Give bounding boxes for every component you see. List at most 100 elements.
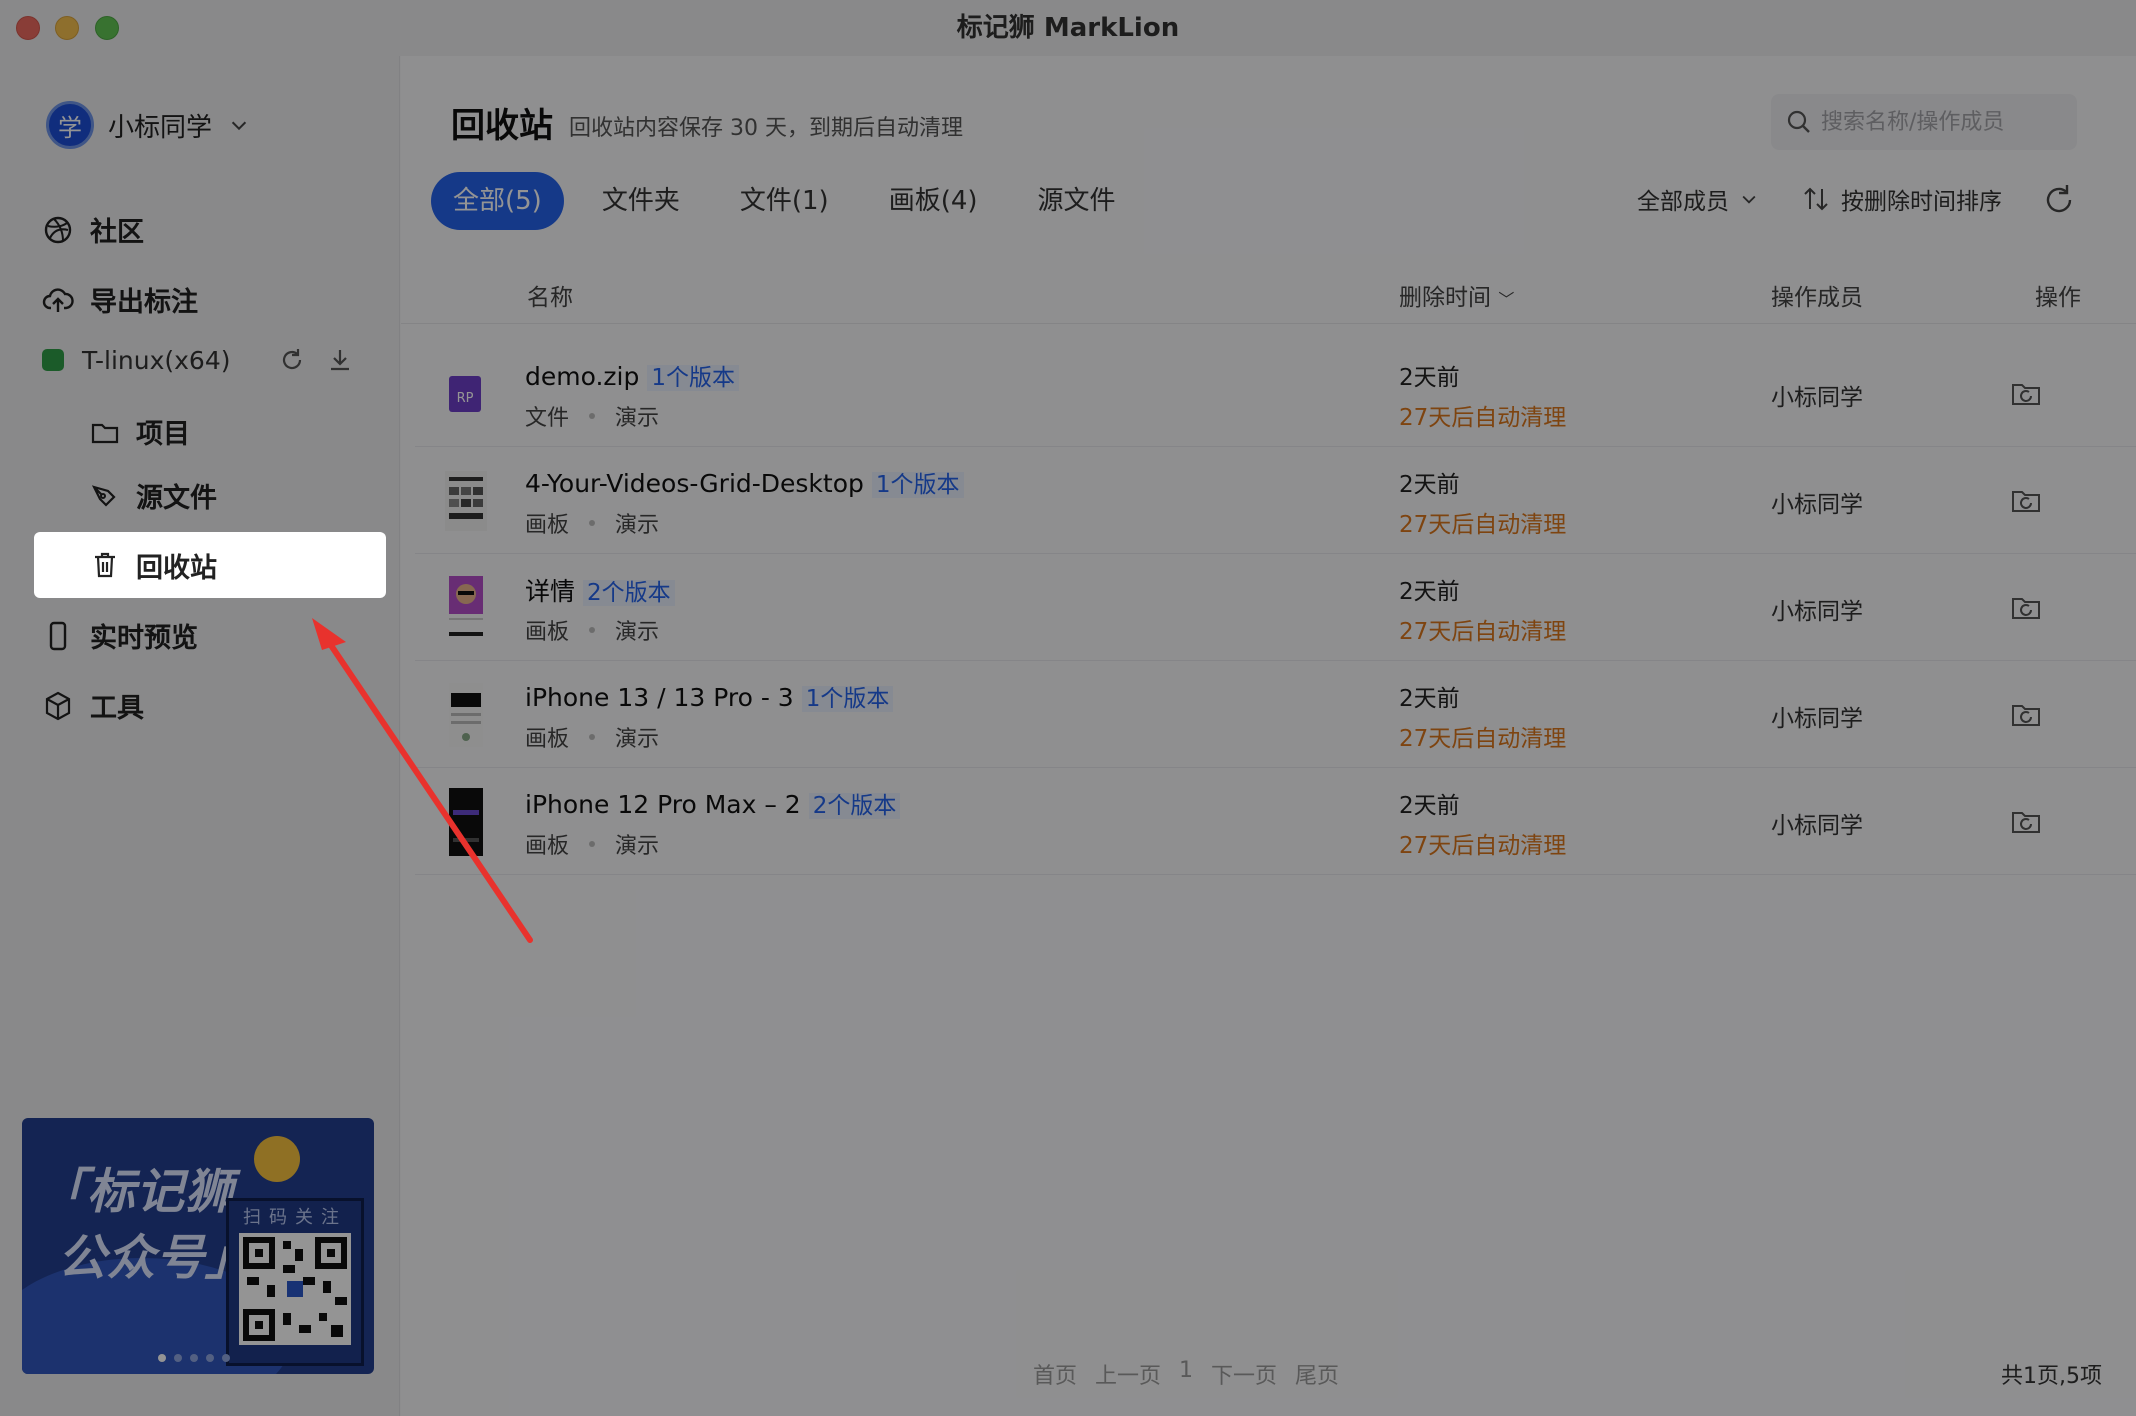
promo-qr-label: 扫码关注 bbox=[243, 1207, 347, 1228]
window-title: 标记狮 MarkLion bbox=[956, 13, 1180, 43]
row-meta: 画板 演示 bbox=[525, 513, 660, 538]
promo-title-line1: 「标记狮 bbox=[38, 1164, 235, 1220]
sort-label: 按删除时间排序 bbox=[1841, 189, 2002, 215]
row-cleanup-notice: 27天后自动清理 bbox=[1399, 833, 1567, 859]
page-first[interactable]: 首页 bbox=[1033, 1358, 1077, 1390]
row-name: 4-Your-Videos-Grid-Desktop 1个版本 bbox=[525, 465, 964, 499]
restore-icon[interactable] bbox=[2009, 697, 2043, 731]
artboard-thumbnail bbox=[449, 788, 483, 856]
refresh-icon[interactable] bbox=[2041, 182, 2077, 218]
row-cleanup-notice: 27天后自动清理 bbox=[1399, 512, 1567, 538]
phone-icon bbox=[49, 621, 67, 650]
member-filter-dropdown[interactable]: 全部成员 bbox=[1637, 182, 1759, 216]
chevron-down-icon bbox=[231, 121, 247, 131]
tab-all[interactable]: 全部(5) bbox=[431, 172, 564, 230]
row-name: 详情 2个版本 bbox=[525, 572, 675, 608]
artboard-thumbnail bbox=[449, 576, 483, 636]
user-menu[interactable]: 学 小标同学 bbox=[46, 100, 250, 150]
sort-icon bbox=[1804, 187, 1828, 211]
page-next[interactable]: 下一页 bbox=[1211, 1358, 1277, 1390]
version-badge[interactable]: 2个版本 bbox=[808, 793, 901, 819]
main-panel: 回收站 回收站内容保存 30 天，到期后自动清理 全部(5) 文件夹 文件(1)… bbox=[401, 56, 2136, 1416]
restore-icon[interactable] bbox=[2009, 483, 2043, 517]
row-name: iPhone 13 / 13 Pro - 3 1个版本 bbox=[525, 679, 894, 713]
tab-folders[interactable]: 文件夹 bbox=[580, 172, 702, 230]
team-color-dot bbox=[42, 349, 64, 371]
version-badge[interactable]: 1个版本 bbox=[801, 686, 894, 712]
promo-banner[interactable]: 「标记狮 公众号」 扫码关注 bbox=[22, 1118, 374, 1374]
team-selector[interactable]: T-linux(x64) bbox=[42, 340, 362, 380]
rp-file-icon: RP bbox=[449, 376, 481, 412]
sidebar-item-projects[interactable]: 项目 bbox=[90, 412, 190, 451]
restore-icon[interactable] bbox=[2009, 376, 2043, 410]
restore-icon[interactable] bbox=[2009, 804, 2043, 838]
version-badge[interactable]: 1个版本 bbox=[647, 365, 739, 391]
row-cleanup-notice: 27天后自动清理 bbox=[1399, 619, 1567, 645]
row-deleted-time: 2天前 bbox=[1399, 365, 1460, 391]
filter-tabs: 全部(5) 文件夹 文件(1) 画板(4) 源文件 bbox=[431, 172, 1154, 230]
sidebar-item-tools[interactable]: 工具 bbox=[42, 686, 144, 725]
search-icon bbox=[1787, 110, 1810, 133]
table-row[interactable]: 详情 2个版本 画板 演示 2天前 27天后自动清理 小标同学 bbox=[415, 554, 2136, 661]
sidebar-item-recycle-bin[interactable]: 回收站 bbox=[34, 532, 386, 598]
table-row[interactable]: RP demo.zip 1个版本 文件 演示 2天前 27天后自动清理 小标同学 bbox=[415, 340, 2136, 447]
table-header: 名称 删除时间 ﹀ 操作成员 操作 bbox=[401, 256, 2136, 324]
page-current[interactable]: 1 bbox=[1179, 1358, 1193, 1390]
restore-icon[interactable] bbox=[2009, 590, 2043, 624]
column-deleted-time[interactable]: 删除时间 ﹀ bbox=[1399, 278, 1514, 312]
sidebar-item-export[interactable]: 导出标注 bbox=[42, 280, 198, 319]
download-icon[interactable] bbox=[326, 346, 354, 374]
sidebar-item-live-preview[interactable]: 实时预览 bbox=[42, 616, 198, 655]
row-deleted-time: 2天前 bbox=[1399, 686, 1460, 712]
carousel-dots[interactable] bbox=[158, 1354, 230, 1362]
row-meta: 画板 演示 bbox=[525, 834, 660, 859]
version-badge[interactable]: 1个版本 bbox=[871, 472, 964, 498]
member-filter-label: 全部成员 bbox=[1637, 189, 1729, 215]
app-window: 标记狮 MarkLion 学 小标同学 社区 导出标注 T-linux(x64)… bbox=[0, 0, 2136, 1416]
title-bar: 标记狮 MarkLion bbox=[0, 0, 2136, 56]
row-operator: 小标同学 bbox=[1771, 813, 1863, 839]
row-name: demo.zip 1个版本 bbox=[525, 358, 739, 392]
search-box[interactable] bbox=[1771, 94, 2077, 150]
row-deleted-time: 2天前 bbox=[1399, 793, 1460, 819]
version-badge[interactable]: 2个版本 bbox=[583, 580, 675, 606]
row-cleanup-notice: 27天后自动清理 bbox=[1399, 726, 1567, 752]
search-input[interactable] bbox=[1821, 109, 2061, 135]
sidebar-item-label: 回收站 bbox=[136, 552, 217, 584]
sidebar: 学 小标同学 社区 导出标注 T-linux(x64) 项目 源文件 实时预览 … bbox=[0, 56, 400, 1416]
sidebar-item-label: 导出标注 bbox=[90, 287, 198, 318]
page-last[interactable]: 尾页 bbox=[1295, 1358, 1339, 1390]
row-deleted-time: 2天前 bbox=[1399, 472, 1460, 498]
sidebar-item-label: 工具 bbox=[90, 693, 144, 724]
qr-code-icon bbox=[239, 1233, 351, 1345]
sort-button[interactable]: 按删除时间排序 bbox=[1801, 182, 2002, 216]
row-deleted-time: 2天前 bbox=[1399, 579, 1460, 605]
sidebar-item-label: 项目 bbox=[136, 419, 190, 450]
sidebar-item-source-files[interactable]: 源文件 bbox=[90, 476, 217, 515]
sidebar-item-label: 社区 bbox=[90, 217, 144, 248]
refresh-icon[interactable] bbox=[278, 346, 306, 374]
tab-source-files[interactable]: 源文件 bbox=[1016, 172, 1138, 230]
dribbble-icon bbox=[44, 216, 72, 243]
table-row[interactable]: iPhone 13 / 13 Pro - 3 1个版本 画板 演示 2天前 27天后… bbox=[415, 661, 2136, 768]
column-operator: 操作成员 bbox=[1771, 285, 1863, 311]
artboard-thumbnail bbox=[445, 471, 487, 531]
lightbulb-icon bbox=[254, 1136, 300, 1182]
row-meta: 画板 演示 bbox=[525, 727, 660, 752]
folder-icon bbox=[91, 423, 119, 443]
row-operator: 小标同学 bbox=[1771, 706, 1863, 732]
promo-title-line2: 公众号」 bbox=[58, 1230, 255, 1286]
row-operator: 小标同学 bbox=[1771, 599, 1863, 625]
row-cleanup-notice: 27天后自动清理 bbox=[1399, 405, 1567, 431]
sidebar-item-community[interactable]: 社区 bbox=[42, 210, 144, 249]
page-prev[interactable]: 上一页 bbox=[1095, 1358, 1161, 1390]
table-row[interactable]: iPhone 12 Pro Max – 2 2个版本 画板 演示 2天前 27天后自… bbox=[415, 768, 2136, 875]
row-operator: 小标同学 bbox=[1771, 492, 1863, 518]
avatar: 学 bbox=[46, 101, 94, 149]
tab-artboards[interactable]: 画板(4) bbox=[867, 172, 1000, 230]
row-name: iPhone 12 Pro Max – 2 2个版本 bbox=[525, 786, 901, 820]
chevron-down-icon bbox=[1742, 195, 1756, 204]
tab-files[interactable]: 文件(1) bbox=[718, 172, 851, 230]
sidebar-item-label: 实时预览 bbox=[90, 623, 198, 654]
table-row[interactable]: 4-Your-Videos-Grid-Desktop 1个版本 画板 演示 2天前 … bbox=[415, 447, 2136, 554]
